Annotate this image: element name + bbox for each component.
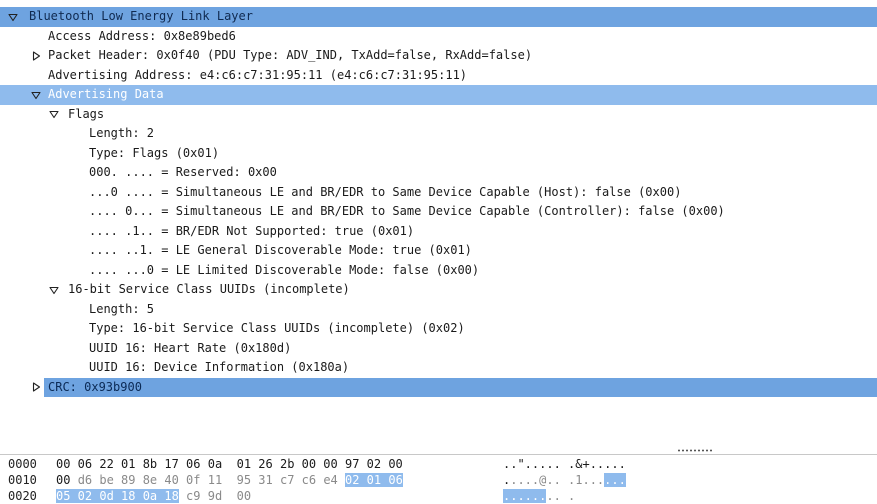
expand-triangle-icon[interactable] bbox=[30, 85, 42, 105]
tree-row-uuid-heart-rate[interactable]: UUID 16: Heart Rate (0x180d) bbox=[0, 339, 877, 359]
tree-row-uuids16[interactable]: 16-bit Service Class UUIDs (incomplete) bbox=[0, 280, 877, 300]
hex-offset: 0000 bbox=[8, 457, 37, 471]
tree-row-label: 16-bit Service Class UUIDs (incomplete) bbox=[68, 282, 350, 296]
hex-offset: 0010 bbox=[8, 473, 37, 487]
splitter-line bbox=[0, 454, 877, 455]
tree-row-label: .... 0... = Simultaneous LE and BR/EDR t… bbox=[89, 204, 725, 218]
tree-row-uuid-device-info[interactable]: UUID 16: Device Information (0x180a) bbox=[0, 358, 877, 378]
tree-row-flags[interactable]: Flags bbox=[0, 105, 877, 125]
expand-triangle-icon[interactable] bbox=[48, 280, 60, 300]
tree-row-label: UUID 16: Device Information (0x180a) bbox=[89, 360, 350, 374]
tree-row-flags-sim-host[interactable]: ...0 .... = Simultaneous LE and BR/EDR t… bbox=[0, 183, 877, 203]
hex-byte-segment: d6 be 89 8e 40 0f 11 95 31 c7 c6 e4 bbox=[77, 473, 345, 487]
hex-bytes[interactable]: 05 02 0d 18 0a 18 c9 9d 00 bbox=[56, 488, 251, 504]
hex-bytes[interactable]: 00 06 22 01 8b 17 06 0a 01 26 2b 00 00 9… bbox=[56, 456, 403, 472]
tree-row-label: .... ...0 = LE Limited Discoverable Mode… bbox=[89, 262, 480, 277]
tree-row-label: CRC: 0x93b900 bbox=[48, 379, 142, 394]
hex-ascii-segment: ... bbox=[604, 473, 626, 487]
pane-splitter[interactable] bbox=[0, 449, 877, 455]
tree-row-flags-bredr[interactable]: .... .1.. = BR/EDR Not Supported: true (… bbox=[0, 222, 877, 242]
tree-row-label: Advertising Data bbox=[48, 87, 164, 101]
tree-row-label: Packet Header: 0x0f40 (PDU Type: ADV_IND… bbox=[48, 48, 533, 62]
tree-row-label: UUID 16: Heart Rate (0x180d) bbox=[89, 340, 292, 355]
collapse-triangle-icon[interactable] bbox=[30, 46, 42, 66]
hex-byte-segment: 02 01 06 bbox=[345, 473, 403, 487]
tree-row-label: Length: 5 bbox=[89, 301, 155, 316]
hex-offset: 0020 bbox=[8, 489, 37, 503]
hex-byte-segment: c9 9d 00 bbox=[178, 489, 252, 503]
expand-triangle-icon[interactable] bbox=[7, 7, 19, 27]
tree-row-label: .... ..1. = LE General Discoverable Mode… bbox=[89, 243, 472, 257]
packet-bytes-pane: 0000 00 06 22 01 8b 17 06 0a 01 26 2b 00 … bbox=[0, 456, 877, 504]
tree-row-label: Advertising Address: e4:c6:c7:31:95:11 (… bbox=[48, 67, 468, 82]
tree-row-label: Flags bbox=[68, 106, 105, 121]
hex-ascii[interactable]: .....@.. .1...... bbox=[503, 472, 626, 488]
tree-row-label: Type: Flags (0x01) bbox=[89, 145, 220, 160]
tree-row-advertising-data[interactable]: Advertising Data bbox=[0, 85, 877, 105]
tree-row-uuids16-type[interactable]: Type: 16-bit Service Class UUIDs (incomp… bbox=[0, 319, 877, 339]
hex-ascii-segment: ....@.. .1... bbox=[510, 473, 605, 487]
tree-row-label: Type: 16-bit Service Class UUIDs (incomp… bbox=[89, 321, 465, 335]
tree-row-label: Bluetooth Low Energy Link Layer bbox=[29, 9, 253, 23]
hex-ascii-segment: .. . bbox=[546, 489, 576, 503]
expand-triangle-icon[interactable] bbox=[48, 105, 60, 125]
hex-ascii-segment: ...... bbox=[503, 489, 547, 503]
tree-row-label: .... .1.. = BR/EDR Not Supported: true (… bbox=[89, 223, 415, 238]
tree-row-flags-reserved[interactable]: 000. .... = Reserved: 0x00 bbox=[0, 163, 877, 183]
tree-row-flags-limited[interactable]: .... ...0 = LE Limited Discoverable Mode… bbox=[0, 261, 877, 281]
hex-row[interactable]: 0010 00 d6 be 89 8e 40 0f 11 95 31 c7 c6 … bbox=[0, 472, 877, 488]
hex-row[interactable]: 0020 05 02 0d 18 0a 18 c9 9d 00........ . bbox=[0, 488, 877, 504]
tree-row-btle[interactable]: Bluetooth Low Energy Link Layer bbox=[0, 7, 877, 27]
hex-byte-segment: 05 02 0d 18 0a 18 bbox=[56, 489, 179, 503]
collapse-triangle-icon[interactable] bbox=[30, 378, 42, 398]
tree-row-label: 000. .... = Reserved: 0x00 bbox=[89, 165, 277, 179]
tree-row-label: ...0 .... = Simultaneous LE and BR/EDR t… bbox=[89, 184, 682, 199]
hex-row[interactable]: 0000 00 06 22 01 8b 17 06 0a 01 26 2b 00 … bbox=[0, 456, 877, 472]
packet-details-tree: Bluetooth Low Energy Link Layer Access Ad… bbox=[0, 7, 877, 397]
tree-row-access-address[interactable]: Access Address: 0x8e89bed6 bbox=[0, 27, 877, 47]
tree-row-packet-header[interactable]: Packet Header: 0x0f40 (PDU Type: ADV_IND… bbox=[0, 46, 877, 66]
tree-row-flags-general[interactable]: .... ..1. = LE General Discoverable Mode… bbox=[0, 241, 877, 261]
tree-row-flags-type[interactable]: Type: Flags (0x01) bbox=[0, 144, 877, 164]
hex-byte-segment: 00 06 22 01 8b 17 06 0a 01 26 2b 00 00 9… bbox=[56, 457, 403, 471]
tree-row-flags-length[interactable]: Length: 2 bbox=[0, 124, 877, 144]
crc-highlight bbox=[44, 377, 877, 397]
hex-bytes[interactable]: 00 d6 be 89 8e 40 0f 11 95 31 c7 c6 e4 0… bbox=[56, 472, 403, 488]
tree-row-flags-sim-controller[interactable]: .... 0... = Simultaneous LE and BR/EDR t… bbox=[0, 202, 877, 222]
tree-row-label: Access Address: 0x8e89bed6 bbox=[48, 28, 236, 43]
hex-ascii-segment: .."..... .&+..... bbox=[503, 457, 626, 471]
splitter-grip-icon[interactable] bbox=[677, 449, 713, 452]
tree-row-advertising-address[interactable]: Advertising Address: e4:c6:c7:31:95:11 (… bbox=[0, 66, 877, 86]
hex-ascii[interactable]: .."..... .&+..... bbox=[503, 456, 626, 472]
tree-row-uuids16-length[interactable]: Length: 5 bbox=[0, 300, 877, 320]
tree-row-crc[interactable]: CRC: 0x93b900 bbox=[0, 377, 877, 398]
hex-byte-segment: 00 bbox=[56, 473, 78, 487]
tree-row-label: Length: 2 bbox=[89, 126, 155, 140]
hex-ascii[interactable]: ........ . bbox=[503, 488, 575, 504]
